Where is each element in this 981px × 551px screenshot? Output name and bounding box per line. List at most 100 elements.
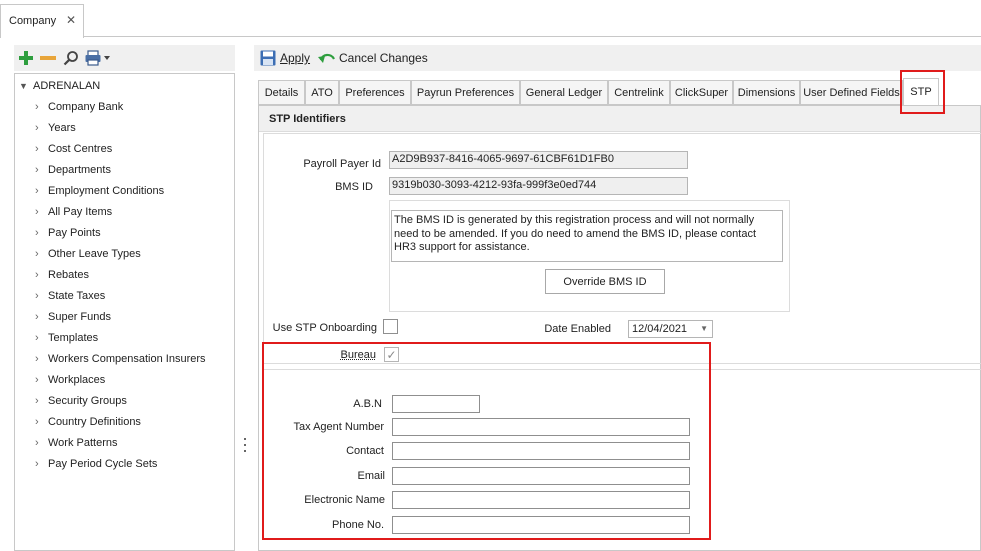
tree-item-label: Templates	[48, 331, 99, 344]
section-header: STP Identifiers	[259, 106, 980, 132]
save-icon	[260, 50, 276, 66]
section-title: STP Identifiers	[269, 113, 346, 125]
tree-item-label: Security Groups	[48, 394, 127, 407]
tab-user-defined-fields[interactable]: User Defined Fields	[800, 80, 903, 105]
date-enabled-value: 12/04/2021	[632, 323, 688, 335]
bms-info-text: The BMS ID is generated by this registra…	[391, 210, 783, 262]
chevron-right-icon[interactable]: ›	[35, 458, 48, 470]
tree-item[interactable]: › Security Groups	[15, 390, 234, 411]
company-document-tab[interactable]: Company ✕	[0, 4, 84, 38]
chevron-right-icon[interactable]: ›	[35, 437, 48, 449]
cancel-changes-button[interactable]: Cancel Changes	[318, 50, 428, 66]
tree-item[interactable]: › Departments	[15, 159, 234, 180]
chevron-right-icon[interactable]: ›	[35, 332, 48, 344]
chevron-down-icon[interactable]: ▼	[19, 81, 33, 91]
print-icon[interactable]	[84, 49, 112, 67]
search-icon[interactable]	[62, 49, 80, 67]
tree-item[interactable]: › Rebates	[15, 264, 234, 285]
chevron-right-icon[interactable]: ›	[35, 269, 48, 281]
chevron-right-icon[interactable]: ›	[35, 206, 48, 218]
tree-item[interactable]: › Other Leave Types	[15, 243, 234, 264]
tree-item-label: All Pay Items	[48, 205, 113, 218]
chevron-right-icon[interactable]: ›	[35, 311, 48, 323]
tree-item[interactable]: › Company Bank	[15, 96, 234, 117]
tree-item-label: Other Leave Types	[48, 247, 141, 260]
panel-splitter-handle[interactable]	[243, 438, 247, 452]
chevron-right-icon[interactable]: ›	[35, 248, 48, 260]
stp-tab-highlight	[900, 70, 945, 114]
override-bms-id-button[interactable]: Override BMS ID	[545, 269, 665, 294]
use-stp-onboarding-label: Use STP Onboarding	[272, 322, 377, 334]
tree-item[interactable]: › State Taxes	[15, 285, 234, 306]
tree-item[interactable]: › Pay Period Cycle Sets	[15, 453, 234, 474]
document-tab-label: Company	[9, 15, 57, 27]
tree-item-label: Work Patterns	[48, 436, 118, 449]
tab-general-ledger[interactable]: General Ledger	[520, 80, 608, 105]
tree-item-label: Years	[48, 121, 76, 134]
tree-item[interactable]: › Pay Points	[15, 222, 234, 243]
chevron-right-icon[interactable]: ›	[35, 227, 48, 239]
chevron-right-icon[interactable]: ›	[35, 101, 48, 113]
action-bar: Apply Cancel Changes	[254, 45, 981, 71]
payroll-payer-id-field[interactable]: A2D9B937-8416-4065-9697-61CBF61D1FB0	[389, 151, 688, 169]
apply-label: Apply	[280, 51, 311, 65]
undo-icon	[318, 53, 335, 63]
chevron-right-icon[interactable]: ›	[35, 122, 48, 134]
tab-clicksuper[interactable]: ClickSuper	[670, 80, 733, 105]
tree-item-label: Super Funds	[48, 310, 111, 323]
tree-item[interactable]: › Work Patterns	[15, 432, 234, 453]
chevron-right-icon[interactable]: ›	[35, 395, 48, 407]
bms-id-label: BMS ID	[335, 181, 373, 193]
company-tree: ▼ ADRENALAN › Company Bank › Years › Cost C…	[14, 73, 235, 551]
tree-item[interactable]: › Templates	[15, 327, 234, 348]
tree-item[interactable]: › Workplaces	[15, 369, 234, 390]
apply-button[interactable]: Apply	[260, 50, 310, 66]
chevron-right-icon[interactable]: ›	[35, 374, 48, 386]
tree-item[interactable]: › Super Funds	[15, 306, 234, 327]
bureau-section-highlight	[262, 342, 711, 540]
payroll-payer-id-label: Payroll Payer Id	[303, 158, 381, 170]
close-icon[interactable]: ✕	[66, 13, 76, 27]
chevron-right-icon[interactable]: ›	[35, 416, 48, 428]
bms-id-field[interactable]: 9319b030-3093-4212-93fa-999f3e0ed744	[389, 177, 688, 195]
tab-dimensions[interactable]: Dimensions	[733, 80, 800, 105]
tab-centrelink[interactable]: Centrelink	[608, 80, 670, 105]
tree-item[interactable]: › All Pay Items	[15, 201, 234, 222]
tree-item-label: Country Definitions	[48, 415, 141, 428]
date-enabled-picker[interactable]: 12/04/2021 ▼	[628, 320, 713, 338]
tab-preferences[interactable]: Preferences	[339, 80, 411, 105]
document-tab-strip: Company ✕	[0, 0, 981, 38]
tab-details[interactable]: Details	[258, 80, 305, 105]
tree-item-label: Company Bank	[48, 100, 124, 113]
tab-payrun-preferences[interactable]: Payrun Preferences	[411, 80, 520, 105]
tree-item[interactable]: › Workers Compensation Insurers	[15, 348, 234, 369]
tree-item[interactable]: › Cost Centres	[15, 138, 234, 159]
chevron-right-icon[interactable]: ›	[35, 164, 48, 176]
tree-item-label: State Taxes	[48, 289, 106, 302]
dropdown-arrow-icon[interactable]: ▼	[700, 324, 708, 333]
tree-root-label: ADRENALAN	[33, 80, 101, 92]
remove-icon[interactable]	[39, 49, 57, 67]
tree-item-label: Employment Conditions	[48, 184, 165, 197]
tree-root-node[interactable]: ▼ ADRENALAN	[19, 78, 100, 94]
tree-children: › Company Bank › Years › Cost Centres › Depa…	[15, 96, 234, 474]
tree-item-label: Cost Centres	[48, 142, 113, 155]
tree-item-label: Departments	[48, 163, 111, 176]
tree-item-label: Rebates	[48, 268, 89, 281]
tab-ato[interactable]: ATO	[305, 80, 339, 105]
tree-item-label: Workplaces	[48, 373, 106, 386]
tree-toolbar	[14, 45, 235, 71]
tree-item-label: Workers Compensation Insurers	[48, 352, 206, 365]
use-stp-onboarding-checkbox[interactable]	[383, 319, 398, 334]
tree-item[interactable]: › Employment Conditions	[15, 180, 234, 201]
chevron-right-icon[interactable]: ›	[35, 143, 48, 155]
cancel-changes-label: Cancel Changes	[339, 51, 428, 65]
chevron-right-icon[interactable]: ›	[35, 353, 48, 365]
tree-item-label: Pay Period Cycle Sets	[48, 457, 158, 470]
tree-item[interactable]: › Years	[15, 117, 234, 138]
tree-item[interactable]: › Country Definitions	[15, 411, 234, 432]
chevron-right-icon[interactable]: ›	[35, 290, 48, 302]
add-icon[interactable]	[17, 49, 35, 67]
date-enabled-label: Date Enabled	[544, 323, 611, 335]
chevron-right-icon[interactable]: ›	[35, 185, 48, 197]
